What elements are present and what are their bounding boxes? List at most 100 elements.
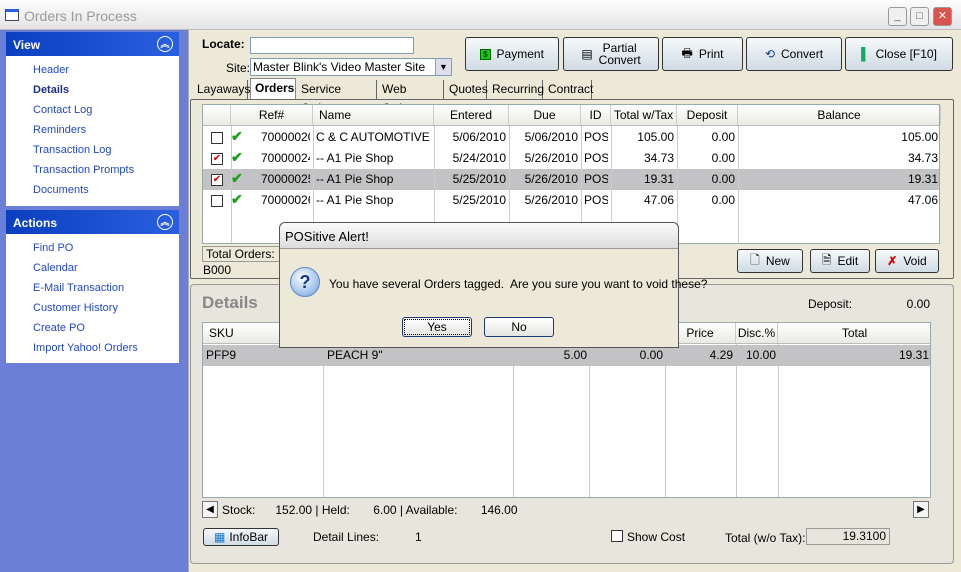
col-due[interactable]: Due (509, 105, 581, 125)
yes-button[interactable]: Yes (402, 317, 472, 337)
printer-icon: 🖶 (681, 45, 693, 60)
void-button[interactable]: ✗ Void (875, 249, 939, 273)
void-x-icon: ✗ (887, 254, 898, 268)
chevron-down-icon[interactable]: ▼ (435, 59, 451, 75)
col-balance[interactable]: Balance (738, 105, 941, 125)
close-button[interactable]: ▌ Close [F10] (845, 37, 953, 71)
total-cell: 19.31 (898, 348, 929, 362)
site-label: Site: (226, 61, 251, 75)
tab-recurring[interactable]: Recurring (488, 80, 544, 99)
sidebar-item-transaction-log[interactable]: Transaction Log (6, 140, 179, 160)
sidebar-item-documents[interactable]: Documents (6, 180, 179, 200)
collapse-icon[interactable]: ︽ (157, 36, 173, 52)
tag-checkbox[interactable] (211, 195, 223, 207)
col-tag (203, 105, 231, 125)
no-button[interactable]: No (484, 317, 554, 337)
col-entered[interactable]: Entered (434, 105, 509, 125)
balance-cell: 105.00 (901, 130, 938, 144)
close-window-button[interactable]: ✕ (933, 7, 952, 26)
tab-layaways[interactable]: Layaways (193, 80, 250, 99)
window-icon (5, 9, 19, 21)
tab-quotes[interactable]: Quotes (445, 80, 488, 99)
print-button[interactable]: 🖶 Print (662, 37, 743, 71)
document-icon: ▤ (581, 47, 593, 61)
actions-panel: Actions ︽ Find PO Calendar E-Mail Transacti… (6, 210, 179, 363)
maximize-button[interactable]: □ (910, 7, 929, 26)
edit-document-icon: 🗎 (821, 252, 832, 267)
scroll-left-button[interactable]: ◀ (202, 501, 218, 518)
due-cell: 5/06/2010 (524, 130, 578, 144)
amount-cell: 0.00 (639, 348, 663, 362)
col-ref-[interactable]: Ref# (231, 105, 313, 125)
check-icon: ✔ (231, 128, 243, 144)
scroll-right-button[interactable]: ▶ (913, 501, 929, 518)
entered-cell: 5/25/2010 (452, 172, 506, 186)
sidebar-item-header[interactable]: Header (6, 60, 179, 80)
show-cost-checkbox[interactable] (611, 530, 623, 542)
sidebar-item-find-po[interactable]: Find PO (6, 238, 179, 258)
tab-web-orders[interactable]: Web Orders (378, 80, 444, 115)
detail-row[interactable]: PFP9 PEACH 9" 5.00 0.00 4.29 10.00 19.31 (203, 345, 930, 366)
ref-cell: 70000026 (261, 193, 310, 207)
collapse-icon[interactable]: ︽ (157, 214, 173, 230)
edit-button[interactable]: 🗎 Edit (810, 249, 870, 273)
sidebar-item-customer-history[interactable]: Customer History (6, 298, 179, 318)
total-label: Total (w/o Tax): (725, 531, 806, 545)
sidebar: View ︽ Header Details Contact Log Reminders T… (0, 30, 188, 572)
view-title: View (13, 38, 41, 52)
details-title: Details (202, 293, 258, 312)
dialog-title: POSitive Alert! (280, 223, 678, 249)
infobar-button[interactable]: ▦ InfoBar (203, 528, 279, 546)
void-label: Void (903, 254, 927, 268)
sidebar-item-create-po[interactable]: Create PO (6, 318, 179, 338)
col-deposit[interactable]: Deposit (677, 105, 738, 125)
total-orders-label: Total Orders: (202, 246, 280, 262)
minimize-button[interactable]: _ (888, 7, 907, 26)
col-total-w-tax[interactable]: Total w/Tax (611, 105, 677, 125)
id-cell: POS (584, 130, 608, 144)
door-icon: ▌ (861, 47, 870, 61)
tab-contract[interactable]: Contract (544, 80, 593, 99)
sidebar-item-e-mail-transaction[interactable]: E-Mail Transaction (6, 278, 179, 298)
details-grid: SKU Price Disc.% Total PFP9 PEACH 9" 5.0… (202, 322, 931, 498)
locate-input[interactable] (250, 37, 414, 54)
tag-checkbox[interactable] (211, 132, 223, 144)
detail-lines-value: 1 (415, 530, 422, 544)
name-cell: -- A1 Pie Shop (316, 151, 394, 165)
col-name[interactable]: Name (313, 105, 434, 125)
ref-cell: 70000024 (261, 151, 310, 165)
due-cell: 5/26/2010 (524, 193, 578, 207)
sidebar-item-import-yahoo-orders[interactable]: Import Yahoo! Orders (6, 338, 179, 358)
sidebar-item-contact-log[interactable]: Contact Log (6, 100, 179, 120)
money-icon: $ (480, 48, 491, 60)
sidebar-item-details[interactable]: Details (6, 80, 179, 100)
convert-button[interactable]: ⟲ Convert (746, 37, 842, 71)
tag-checkbox[interactable]: ✔ (211, 174, 223, 186)
entered-cell: 5/06/2010 (452, 130, 506, 144)
view-panel-header[interactable]: View ︽ (6, 32, 179, 56)
new-button[interactable]: 🗋 New (737, 249, 803, 273)
tab-orders[interactable]: Orders (250, 78, 296, 100)
col-id[interactable]: ID (581, 105, 611, 125)
partial-convert-button[interactable]: ▤ Partial Convert (563, 37, 659, 71)
name-cell: -- A1 Pie Shop (316, 172, 394, 186)
tag-checkbox[interactable]: ✔ (211, 153, 223, 165)
col-disc[interactable]: Disc.% (736, 323, 778, 343)
deposit-cell: 0.00 (711, 130, 735, 144)
tab-service-orders[interactable]: Service Orders (297, 80, 377, 115)
grid-icon: ▦ (213, 530, 226, 544)
balance-cell: 19.31 (907, 172, 938, 186)
sidebar-item-reminders[interactable]: Reminders (6, 120, 179, 140)
window-title: Orders In Process (24, 8, 137, 24)
col-total[interactable]: Total (778, 323, 931, 343)
deposit-cell: 0.00 (711, 151, 735, 165)
sidebar-item-transaction-prompts[interactable]: Transaction Prompts (6, 160, 179, 180)
deposit-label: Deposit: (808, 297, 853, 311)
sidebar-item-calendar[interactable]: Calendar (6, 258, 179, 278)
detail-lines-label: Detail Lines: (313, 530, 380, 544)
total-value: 19.3100 (806, 528, 890, 545)
actions-panel-header[interactable]: Actions ︽ (6, 210, 179, 234)
name-cell: C & C AUTOMOTIVE (316, 130, 430, 144)
payment-button[interactable]: $ Payment (465, 37, 559, 71)
site-select[interactable]: Master Blink's Video Master Site ▼ (250, 58, 452, 76)
